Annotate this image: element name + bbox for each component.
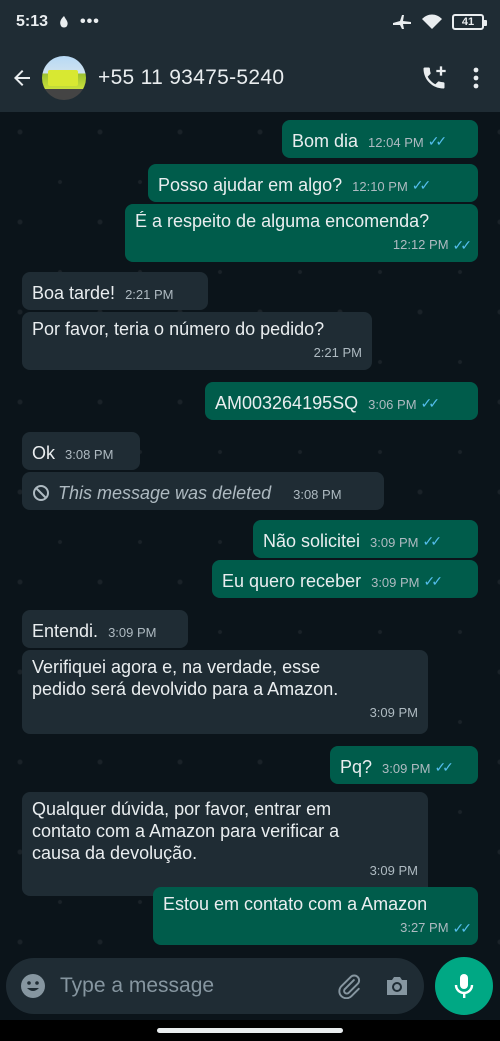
chat-area[interactable]: Bom dia 12:04 PM ✓✓ Posso ajudar em algo… — [0, 112, 500, 952]
contact-name[interactable]: +55 11 93475-5240 — [98, 66, 284, 90]
add-call-icon[interactable] — [420, 64, 448, 92]
airplane-icon — [393, 15, 411, 29]
read-ticks-icon: ✓✓ — [434, 759, 454, 775]
wifi-icon — [422, 14, 442, 29]
message-text-line: Verifiquei agora e, na verdade, esse — [32, 657, 321, 677]
message-outgoing[interactable]: AM003264195SQ 3:06 PM ✓✓ — [205, 382, 478, 420]
message-time: 12:12 PM — [392, 237, 449, 252]
attach-icon[interactable] — [336, 973, 362, 999]
message-deleted[interactable]: This message was deleted 3:08 PM — [22, 472, 384, 510]
message-time: 3:09 PM — [371, 575, 420, 590]
message-text: Eu quero receber — [222, 571, 362, 591]
chat-header[interactable]: +55 11 93475-5240 — [0, 44, 500, 112]
message-time: 3:06 PM — [368, 397, 417, 412]
home-indicator[interactable] — [157, 1028, 343, 1033]
message-text: Bom dia — [292, 131, 359, 151]
message-text: AM003264195SQ — [215, 393, 359, 413]
emoji-icon[interactable] — [20, 973, 46, 999]
message-incoming[interactable]: Entendi. 3:09 PM — [22, 610, 188, 648]
message-time: 2:21 PM — [313, 345, 362, 360]
message-outgoing[interactable]: Pq? 3:09 PM ✓✓ — [330, 746, 478, 784]
message-time: 3:08 PM — [293, 487, 342, 502]
system-nav-bar — [0, 1020, 500, 1041]
read-ticks-icon: ✓✓ — [452, 237, 473, 253]
message-time: 3:09 PM — [382, 761, 431, 776]
message-text: This message was deleted — [58, 483, 272, 503]
message-time: 3:09 PM — [369, 705, 418, 720]
read-ticks-icon: ✓✓ — [422, 533, 442, 549]
message-text: Boa tarde! — [32, 283, 116, 303]
message-text: Ok — [32, 443, 56, 463]
message-text: Não solicitei — [263, 531, 361, 551]
mic-icon — [454, 974, 474, 998]
read-ticks-icon: ✓✓ — [427, 133, 448, 149]
message-time: 3:27 PM — [400, 920, 449, 935]
read-ticks-icon: ✓✓ — [420, 395, 441, 411]
message-time: 12:04 PM — [368, 135, 424, 150]
message-incoming[interactable]: Qualquer dúvida, por favor, entrar em co… — [22, 792, 428, 896]
message-time: 3:09 PM — [370, 535, 419, 550]
message-time: 3:09 PM — [108, 625, 157, 640]
message-incoming[interactable]: Por favor, teria o número do pedido? 2:2… — [22, 312, 372, 370]
message-outgoing[interactable]: Estou em contato com a Amazon 3:27 PM ✓✓ — [153, 887, 478, 945]
message-text: Estou em contato com a Amazon — [163, 894, 428, 914]
message-outgoing[interactable]: Bom dia 12:04 PM ✓✓ — [282, 120, 478, 158]
message-outgoing[interactable]: Eu quero receber 3:09 PM ✓✓ — [212, 560, 478, 598]
message-incoming[interactable]: Ok 3:08 PM — [22, 432, 140, 470]
camera-icon[interactable] — [384, 974, 410, 998]
message-time: 12:10 PM — [352, 179, 408, 194]
message-text: Pq? — [340, 757, 373, 777]
read-ticks-icon: ✓✓ — [452, 920, 473, 936]
notification-icon — [60, 16, 68, 28]
message-text: Por favor, teria o número do pedido? — [32, 319, 325, 339]
battery-level: 41 — [461, 16, 475, 28]
message-text-line: Qualquer dúvida, por favor, entrar em — [32, 799, 332, 819]
message-outgoing[interactable]: Posso ajudar em algo? 12:10 PM ✓✓ — [148, 164, 478, 202]
status-time: 5:13 — [16, 13, 49, 30]
message-text-line: contato com a Amazon para verificar a — [32, 821, 340, 841]
message-input[interactable]: Type a message — [60, 974, 214, 998]
back-arrow-icon[interactable] — [10, 66, 34, 90]
message-text: É a respeito de alguma encomenda? — [135, 211, 430, 231]
message-time: 2:21 PM — [125, 287, 174, 302]
more-notifications-icon: ••• — [80, 13, 100, 30]
read-ticks-icon: ✓✓ — [423, 573, 444, 589]
contact-avatar[interactable] — [42, 56, 86, 100]
message-incoming[interactable]: Verifiquei agora e, na verdade, esse ped… — [22, 650, 428, 734]
more-vert-icon[interactable] — [472, 66, 480, 90]
read-ticks-icon: ✓✓ — [411, 177, 432, 193]
status-bar: 5:13 ••• 41 — [0, 0, 500, 44]
message-time: 3:08 PM — [65, 447, 114, 462]
message-time: 3:09 PM — [369, 863, 418, 878]
block-icon — [33, 485, 49, 501]
battery-icon: 41 — [452, 14, 487, 30]
message-text: Entendi. — [32, 621, 99, 641]
message-text-line: pedido será devolvido para a Amazon. — [32, 679, 339, 699]
message-outgoing[interactable]: Não solicitei 3:09 PM ✓✓ — [253, 520, 478, 558]
message-incoming[interactable]: Boa tarde! 2:21 PM — [22, 272, 208, 310]
message-outgoing[interactable]: É a respeito de alguma encomenda? 12:12 … — [125, 204, 478, 262]
mic-button[interactable] — [435, 957, 493, 1015]
message-composer[interactable]: Type a message — [6, 958, 424, 1014]
message-text: Posso ajudar em algo? — [158, 175, 343, 195]
